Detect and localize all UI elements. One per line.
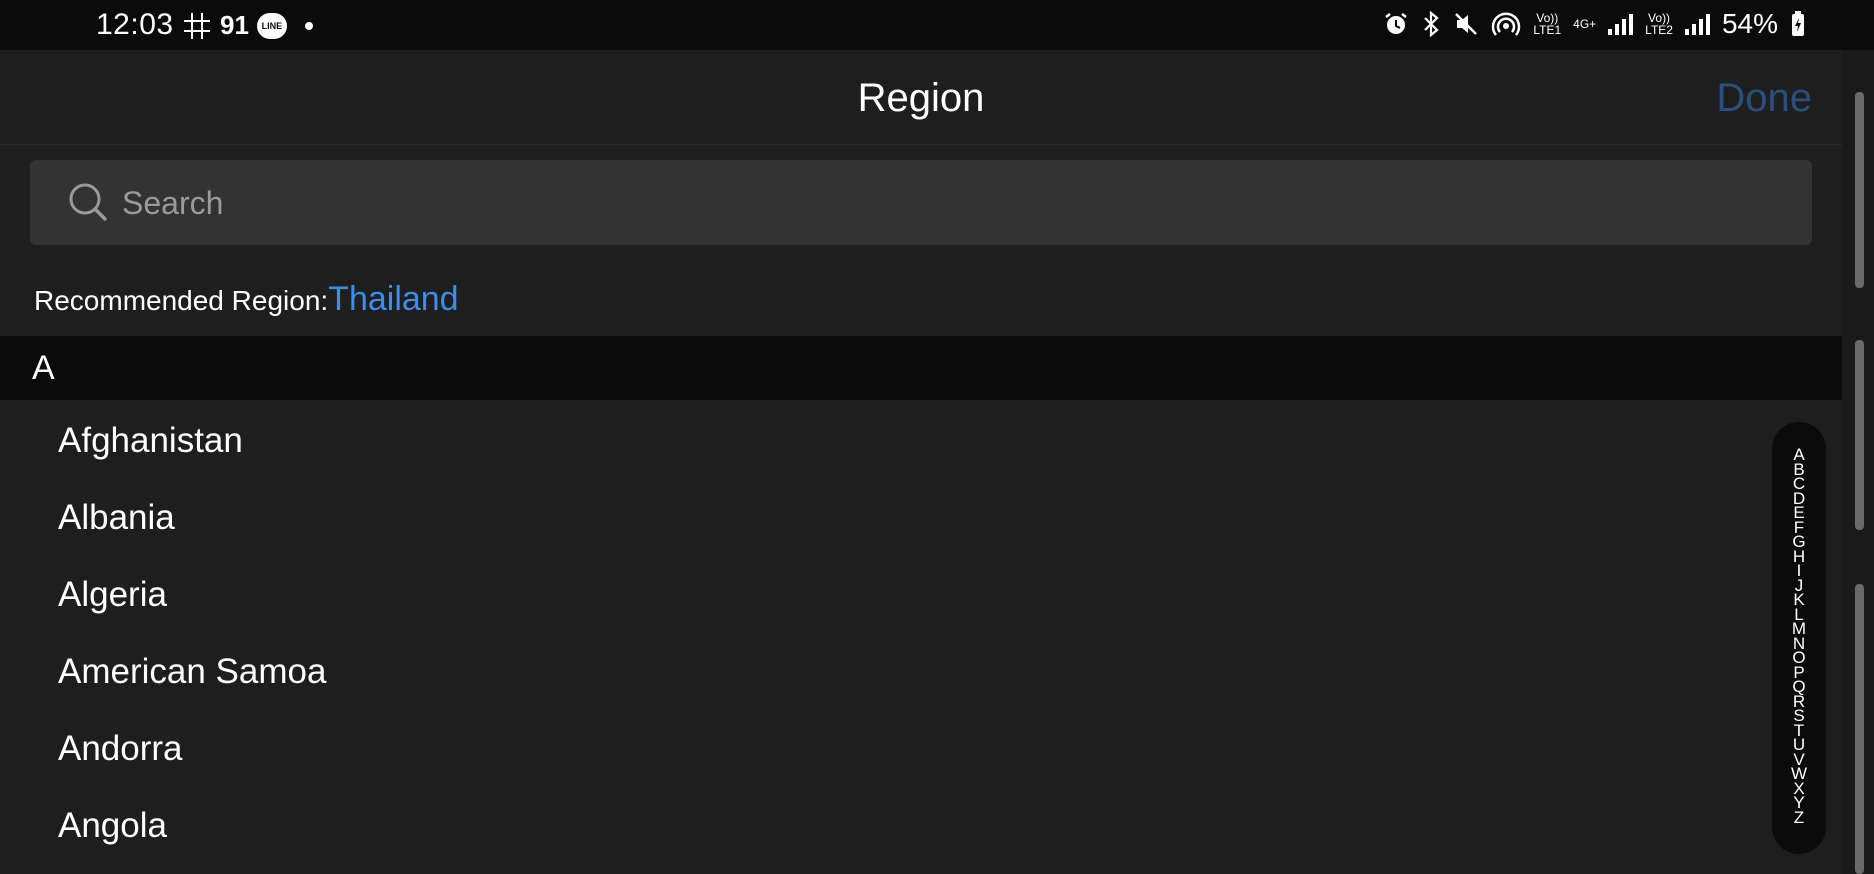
search-icon [69, 183, 107, 221]
list-item[interactable]: Albania [0, 479, 1842, 556]
index-letter[interactable]: Z [1794, 809, 1804, 825]
network-type: 4G+ [1573, 17, 1597, 31]
sim2-label: Vo)) LTE2 [1645, 11, 1673, 37]
recommended-region: Recommended Region:Thailand [34, 280, 459, 319]
search-bar[interactable] [30, 160, 1812, 245]
alarm-icon [1385, 13, 1408, 34]
hotspot-icon [1492, 12, 1521, 36]
alphabet-index-bar[interactable]: ABCDEFGHIJKLMNOPQRSTUVWXYZ [1772, 422, 1826, 854]
status-right-icons: Vo)) LTE1 4G+ Vo)) LTE2 54% [1383, 8, 1806, 40]
list-item[interactable]: Angola [0, 787, 1842, 864]
bluetooth-icon [1424, 11, 1439, 37]
region-list: Afghanistan Albania Algeria American Sam… [0, 402, 1842, 864]
scrollbar-thumb-bottom[interactable] [1855, 584, 1864, 874]
list-item[interactable]: Afghanistan [0, 402, 1842, 479]
signal-strength-icon-2 [1684, 13, 1710, 35]
battery-charging-icon [1792, 11, 1804, 36]
sim1-label: Vo)) LTE1 [1533, 11, 1562, 37]
mute-icon [1455, 13, 1478, 35]
line-app-icon: LINE [256, 12, 287, 39]
scrollbar-thumb[interactable] [1855, 92, 1864, 288]
scrollbar-thumb-lower[interactable] [1855, 340, 1864, 530]
status-left-icons: 91 LINE [182, 10, 313, 41]
recommended-region-label: Recommended Region: [34, 285, 329, 316]
done-button[interactable]: Done [1716, 76, 1812, 121]
more-notifications-dot [304, 21, 313, 30]
list-item[interactable]: American Samoa [0, 633, 1842, 710]
alphabet-index-letters: ABCDEFGHIJKLMNOPQRSTUVWXYZ [1772, 446, 1826, 825]
section-header: A [0, 336, 1842, 400]
section-letter: A [32, 349, 55, 387]
recommended-region-link[interactable]: Thailand [328, 280, 458, 318]
tic-tac-toe-icon [184, 12, 210, 39]
signal-strength-icon-1 [1608, 13, 1634, 35]
battery-percent: 54% [1721, 8, 1778, 39]
list-item[interactable]: Andorra [0, 710, 1842, 787]
status-bar: 12:03 91 LINE Vo)) LTE1 4G+ Vo)) LTE2 54… [0, 0, 1874, 50]
notification-count: 91 [220, 10, 249, 40]
list-item[interactable]: Algeria [0, 556, 1842, 633]
search-input[interactable] [120, 174, 1724, 232]
app-header: Region Done [0, 50, 1842, 145]
page-title: Region [857, 76, 985, 120]
status-time: 12:03 [96, 8, 174, 41]
